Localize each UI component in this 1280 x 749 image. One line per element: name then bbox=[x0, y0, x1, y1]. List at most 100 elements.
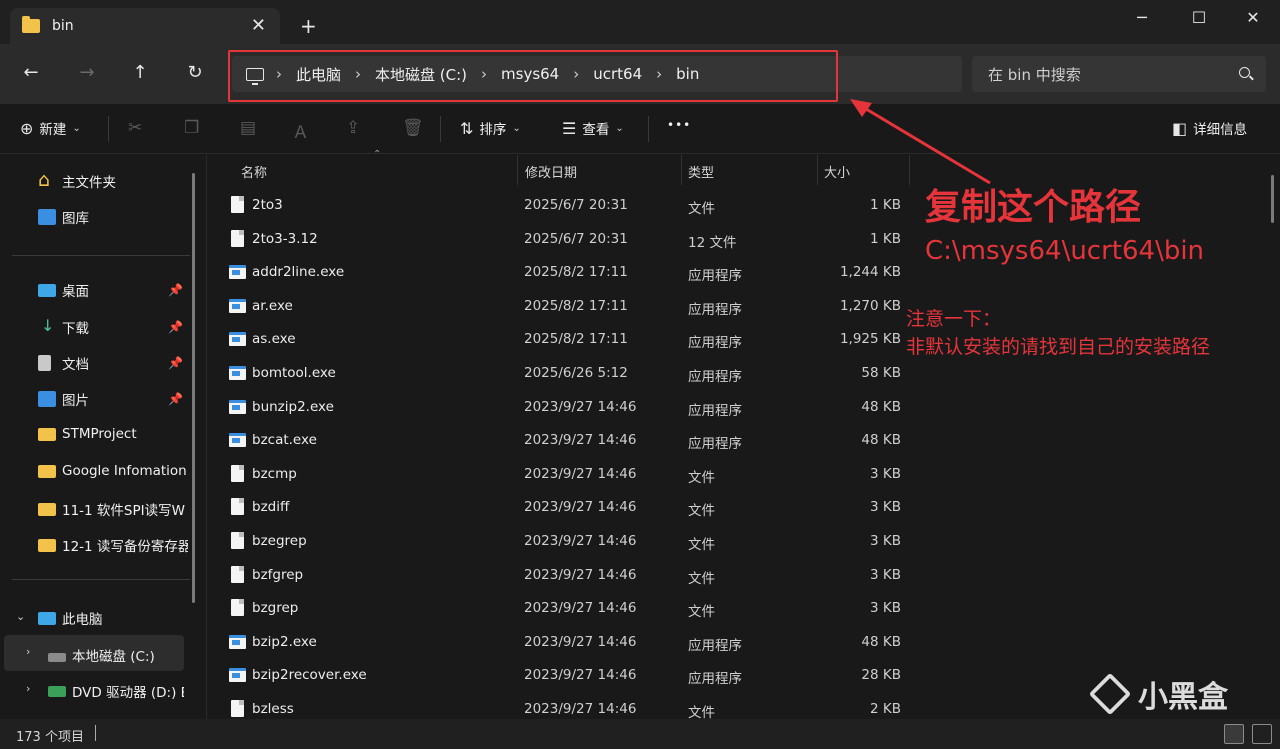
file-row[interactable]: bzip2recover.exe 2023/9/27 14:46 应用程序 28 KB bbox=[207, 659, 909, 692]
file-row[interactable]: bzcat.exe 2023/9/27 14:46 应用程序 48 KB bbox=[207, 424, 909, 457]
application-icon bbox=[229, 634, 246, 649]
file-row[interactable]: bzip2.exe 2023/9/27 14:46 应用程序 48 KB bbox=[207, 626, 909, 659]
share-icon[interactable]: ⇪ bbox=[346, 118, 360, 138]
file-row[interactable]: ar.exe 2025/8/2 17:11 应用程序 1,270 KB bbox=[207, 290, 909, 323]
column-header-name[interactable]: 名称 bbox=[241, 162, 267, 181]
search-icon[interactable] bbox=[1239, 67, 1250, 78]
sidebar-item-google-infomation[interactable]: Google Infomation bbox=[38, 463, 188, 479]
sidebar-item-label: 图片 bbox=[62, 393, 89, 409]
file-date: 2023/9/27 14:46 bbox=[524, 566, 637, 583]
chevron-right-icon[interactable]: › bbox=[26, 682, 30, 695]
rename-icon[interactable]: Ａ bbox=[292, 118, 309, 143]
file-row[interactable]: bzfgrep 2023/9/27 14:46 文件 3 KB bbox=[207, 559, 909, 592]
more-options-button[interactable]: ••• bbox=[667, 118, 691, 132]
column-header-date[interactable]: 修改日期 bbox=[525, 162, 577, 181]
file-row[interactable]: addr2line.exe 2025/8/2 17:11 应用程序 1,244 KB bbox=[207, 256, 909, 289]
sidebar-item-label: 图库 bbox=[62, 211, 89, 227]
minimize-button[interactable]: ─ bbox=[1119, 8, 1165, 27]
file-row[interactable]: bzgrep 2023/9/27 14:46 文件 3 KB bbox=[207, 592, 909, 625]
file-row[interactable]: bomtool.exe 2025/6/26 5:12 应用程序 58 KB bbox=[207, 357, 909, 390]
file-name: bzless bbox=[252, 701, 294, 717]
file-size: 2 KB bbox=[870, 701, 901, 717]
file-date: 2025/6/7 20:31 bbox=[524, 230, 628, 247]
application-icon bbox=[229, 298, 246, 313]
tiles-view-button[interactable] bbox=[1252, 724, 1272, 744]
sort-button[interactable]: ⇅ 排序 ⌄ bbox=[460, 118, 521, 139]
column-divider[interactable] bbox=[681, 155, 682, 185]
view-button[interactable]: ☰ 查看 ⌄ bbox=[562, 118, 624, 139]
folder-icon bbox=[22, 16, 40, 33]
file-date: 2023/9/27 14:46 bbox=[524, 499, 637, 516]
sidebar-item-downloads[interactable]: 下载 bbox=[38, 317, 188, 337]
pin-icon[interactable]: 📌 bbox=[168, 356, 183, 370]
sidebar-item-stmproject[interactable]: STMProject bbox=[38, 426, 188, 442]
file-date: 2025/8/2 17:11 bbox=[524, 264, 628, 281]
back-button[interactable]: ← bbox=[16, 62, 46, 83]
sidebar-item-label: STMProject bbox=[62, 426, 137, 442]
sidebar-item-backup-folder[interactable]: 12-1 读写备份寄存器 bbox=[38, 535, 188, 555]
file-row[interactable]: as.exe 2025/8/2 17:11 应用程序 1,925 KB bbox=[207, 323, 909, 356]
sidebar-item-dvd-drive[interactable]: DVD 驱动器 (D:) ES bbox=[48, 681, 184, 701]
sidebar-item-home[interactable]: 主文件夹 bbox=[38, 171, 188, 191]
file-row[interactable]: bzegrep 2023/9/27 14:46 文件 3 KB bbox=[207, 525, 909, 558]
search-placeholder: 在 bin 中搜索 bbox=[988, 65, 1081, 84]
forward-button[interactable]: → bbox=[72, 62, 102, 83]
sort-label: 排序 bbox=[479, 122, 507, 138]
file-row[interactable]: bunzip2.exe 2023/9/27 14:46 应用程序 48 KB bbox=[207, 391, 909, 424]
file-name: bzip2recover.exe bbox=[252, 667, 367, 684]
close-window-button[interactable]: ✕ bbox=[1230, 8, 1276, 27]
maximize-button[interactable]: ☐ bbox=[1176, 8, 1222, 27]
copy-icon[interactable]: ❐ bbox=[184, 118, 199, 138]
chevron-down-icon: ⌄ bbox=[512, 122, 521, 134]
file-icon bbox=[231, 599, 244, 617]
file-type: 文件 bbox=[688, 570, 715, 587]
close-tab-icon[interactable]: ✕ bbox=[251, 15, 266, 36]
new-button[interactable]: ⊕ 新建 ⌄ bbox=[20, 118, 81, 139]
sidebar-item-spi-folder[interactable]: 11-1 软件SPI读写W bbox=[38, 499, 188, 519]
sidebar-item-pictures[interactable]: 图片 bbox=[38, 389, 188, 409]
cut-icon[interactable]: ✂ bbox=[128, 118, 142, 138]
sidebar-scrollbar[interactable] bbox=[192, 173, 195, 603]
file-row[interactable]: 2to3 2025/6/7 20:31 文件 1 KB bbox=[207, 189, 909, 222]
chevron-down-icon[interactable]: ⌄ bbox=[16, 610, 25, 623]
new-tab-button[interactable]: + bbox=[300, 14, 317, 38]
file-type: 文件 bbox=[688, 705, 715, 721]
application-icon bbox=[229, 668, 246, 683]
tab-bin[interactable]: bin ✕ bbox=[10, 8, 280, 44]
refresh-button[interactable]: ↻ bbox=[180, 62, 210, 83]
pin-icon[interactable]: 📌 bbox=[168, 283, 183, 297]
folder-icon bbox=[38, 502, 56, 516]
toolbar-divider bbox=[108, 116, 109, 142]
sidebar-item-local-disk-c[interactable]: 本地磁盘 (C:) bbox=[48, 645, 184, 665]
sidebar-item-this-pc[interactable]: 此电脑 bbox=[38, 608, 188, 628]
search-input[interactable]: 在 bin 中搜索 bbox=[972, 56, 1266, 92]
column-divider[interactable] bbox=[817, 155, 818, 185]
details-view-button[interactable] bbox=[1224, 724, 1244, 744]
sidebar-item-documents[interactable]: 文档 bbox=[38, 353, 188, 373]
computer-icon bbox=[38, 611, 56, 625]
sidebar-item-desktop[interactable]: 桌面 bbox=[38, 280, 188, 300]
chevron-right-icon[interactable]: › bbox=[26, 645, 30, 658]
application-icon bbox=[229, 399, 246, 414]
gallery-icon bbox=[38, 209, 56, 225]
delete-icon[interactable]: 🗑 bbox=[402, 118, 424, 138]
file-row[interactable]: 2to3-3.12 2025/6/7 20:31 12 文件 1 KB bbox=[207, 223, 909, 256]
file-date: 2025/8/2 17:11 bbox=[524, 297, 628, 314]
file-list-scrollbar[interactable] bbox=[1271, 175, 1274, 223]
paste-icon[interactable]: ▤ bbox=[240, 118, 256, 138]
pin-icon[interactable]: 📌 bbox=[168, 320, 183, 334]
file-name: bzegrep bbox=[252, 533, 307, 549]
sidebar-item-label: 本地磁盘 (C:) bbox=[72, 649, 155, 665]
heybox-logo-icon bbox=[1088, 672, 1132, 716]
sidebar-item-gallery[interactable]: 图库 bbox=[38, 207, 188, 227]
column-header-type[interactable]: 类型 bbox=[688, 162, 714, 181]
sidebar-item-label: 主文件夹 bbox=[62, 175, 116, 191]
column-divider[interactable] bbox=[517, 155, 518, 185]
details-pane-button[interactable]: ◧ 详细信息 bbox=[1172, 118, 1247, 139]
file-type: 应用程序 bbox=[688, 637, 742, 654]
pin-icon[interactable]: 📌 bbox=[168, 392, 183, 406]
file-row[interactable]: bzcmp 2023/9/27 14:46 文件 3 KB bbox=[207, 458, 909, 491]
application-icon bbox=[229, 332, 246, 347]
file-row[interactable]: bzdiff 2023/9/27 14:46 文件 3 KB bbox=[207, 491, 909, 524]
up-button[interactable]: ↑ bbox=[125, 62, 155, 83]
